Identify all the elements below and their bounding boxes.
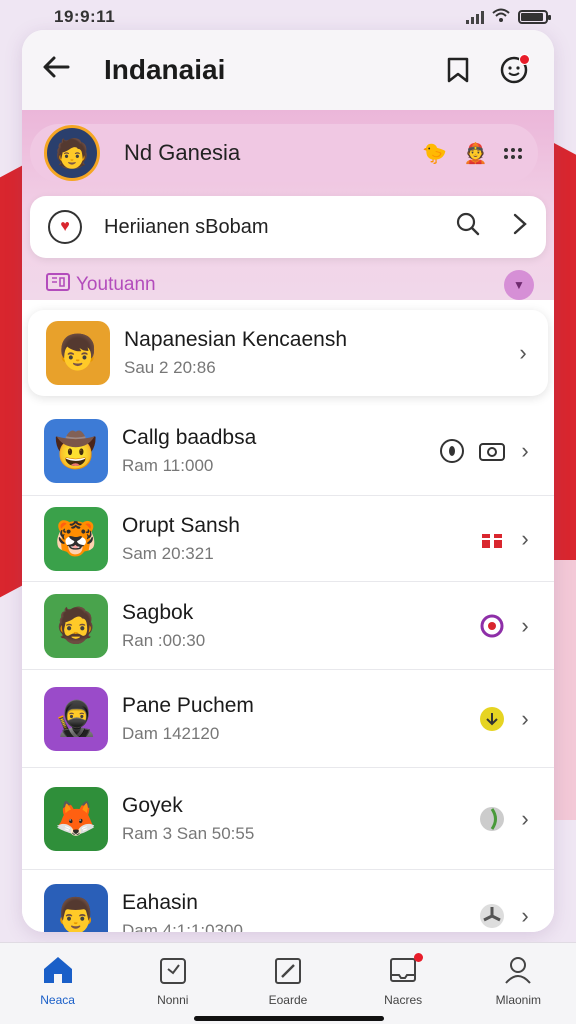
status-time: 19:9:11 (54, 7, 116, 26)
nav-label: Nacres (384, 993, 423, 1007)
inbox-icon (389, 953, 424, 987)
sticker-icon[interactable]: 🐤 (422, 141, 447, 166)
chevron-right-icon[interactable] (512, 213, 528, 242)
folder-icon (46, 272, 70, 298)
bottom-navigation: Neaca Nonni Eoarde Nacres Mlaonim (0, 942, 576, 1024)
item-title: Eahasin (122, 891, 198, 914)
eye-icon[interactable] (438, 437, 466, 465)
person-icon (504, 955, 532, 987)
search-bar[interactable]: ♥ (30, 196, 546, 258)
app-header: Indanaiai (22, 30, 554, 110)
chevron-right-icon: › (521, 525, 529, 551)
game-icon: 👦 (46, 321, 110, 385)
signal-icon (466, 10, 484, 24)
status-bar: 19:9:11 (0, 0, 576, 34)
section-label: Youtuann (76, 274, 156, 295)
wifi-icon (492, 8, 510, 26)
nav-item-inbox[interactable]: Nacres (353, 953, 453, 1007)
game-icon: 🦊 (44, 786, 108, 851)
list-item[interactable]: 🤠 Callg baadbsa Ram 11:000 › (22, 406, 554, 496)
chevron-right-icon: › (521, 903, 529, 928)
game-list: 👦 Napanesian Kencaensh Sau 2 20:86 › 🤠 C… (22, 310, 554, 932)
gift-icon[interactable] (478, 525, 506, 553)
chevron-right-icon: › (521, 612, 529, 638)
character-icon[interactable]: 👲 (463, 141, 488, 166)
search-input[interactable] (82, 215, 456, 239)
profile-name: Nd Ganesia (124, 140, 241, 165)
page-title: Indanaiai (104, 54, 226, 85)
list-item[interactable]: 🦊 Goyek Ram 3 San 50:55 › (22, 768, 554, 870)
nav-item-profile[interactable]: Mlaonim (468, 955, 568, 1007)
game-icon: 🤠 (44, 418, 108, 483)
profile-actions: 🐤 👲 (422, 141, 522, 166)
nav-item-calendar[interactable]: Nonni (123, 955, 223, 1007)
nav-label: Mlaonim (495, 993, 542, 1007)
item-subtitle: Dam 4:1:1:0300 (122, 921, 243, 932)
notification-dot (519, 54, 530, 65)
search-icon[interactable] (456, 212, 480, 243)
download-icon[interactable] (478, 705, 506, 733)
back-button[interactable] (42, 53, 82, 87)
item-subtitle: Ran :00:30 (122, 630, 206, 650)
item-subtitle: Sam 20:321 (122, 543, 214, 563)
fan-icon[interactable] (478, 902, 506, 930)
list-item[interactable]: 👦 Napanesian Kencaensh Sau 2 20:86 › (28, 310, 548, 396)
item-subtitle: Sau 2 20:86 (124, 358, 216, 377)
list-item[interactable]: 🧔 Sagbok Ran :00:30 › (22, 582, 554, 670)
more-grid-icon[interactable] (504, 147, 522, 159)
camera-icon[interactable] (478, 437, 506, 465)
home-indicator (194, 1016, 384, 1021)
calendar-icon (159, 955, 187, 987)
target-icon[interactable] (478, 612, 506, 640)
avatar: 🧑 (44, 125, 100, 181)
game-icon: 👨 (44, 884, 108, 932)
battery-icon (518, 10, 551, 24)
profile-row[interactable]: 🧑 Nd Ganesia 🐤 👲 (30, 124, 538, 182)
arrow-left-icon (43, 56, 70, 78)
chevron-right-icon: › (521, 705, 529, 731)
item-title: Sagbok (122, 600, 194, 624)
list-item[interactable]: 👨 Eahasin Dam 4:1:1:0300 › (22, 870, 554, 932)
nav-label: Eoarde (268, 993, 308, 1007)
profile-button[interactable] (494, 50, 534, 90)
nav-label: Nonni (157, 993, 189, 1007)
game-icon: 🐯 (44, 506, 108, 571)
chevron-right-icon: › (519, 340, 527, 365)
status-icons (466, 8, 551, 26)
item-title: Orupt Sansh (122, 513, 240, 537)
chevron-right-icon: › (521, 805, 529, 831)
main-card: Indanaiai 🧑 Nd Ganesia 🐤 👲 ♥ Heriianen s… (22, 30, 554, 932)
item-subtitle: Ram 3 San 50:55 (122, 823, 255, 843)
section-toggle-button[interactable]: ▼ (504, 270, 534, 300)
nav-item-edit[interactable]: Eoarde (238, 955, 338, 1007)
item-subtitle: Dam 142120 (122, 723, 220, 743)
location-pin-icon: ♥ (48, 210, 82, 244)
item-title: Goyek (122, 793, 183, 817)
home-icon (42, 955, 74, 987)
item-title: Pane Puchem (122, 693, 254, 717)
game-icon: 🧔 (44, 593, 108, 658)
section-header: Youtuann ▼ (46, 270, 534, 300)
item-subtitle: Ram 11:000 (122, 455, 214, 475)
bookmark-icon (447, 57, 469, 83)
item-title: Napanesian Kencaensh (124, 328, 348, 351)
list-item[interactable]: 🥷 Pane Puchem Dam 142120 › (22, 670, 554, 768)
item-title: Callg baadbsa (122, 425, 257, 449)
list-item[interactable]: 🐯 Orupt Sansh Sam 20:321 › (22, 496, 554, 582)
bookmark-button[interactable] (438, 50, 478, 90)
game-icon: 🥷 (44, 686, 108, 751)
header-zone: 🧑 Nd Ganesia 🐤 👲 ♥ Youtuann ▼ (22, 110, 554, 300)
edit-icon (274, 955, 302, 987)
nav-item-home[interactable]: Neaca (8, 955, 108, 1007)
chevron-right-icon: › (521, 437, 529, 463)
nav-label: Neaca (40, 993, 75, 1007)
globe-icon[interactable] (478, 805, 506, 833)
notification-dot (414, 953, 424, 962)
